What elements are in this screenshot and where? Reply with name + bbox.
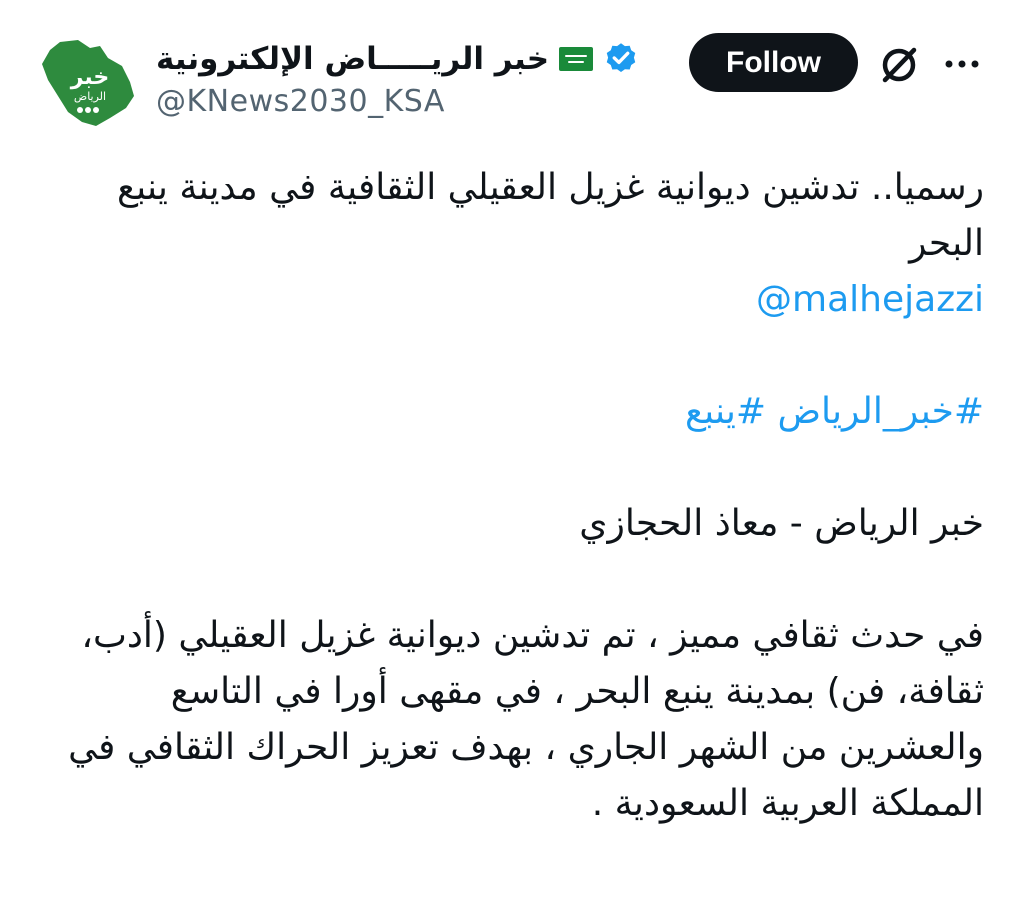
more-options-icon[interactable] [942, 52, 982, 76]
display-name[interactable]: خبر الريـــــاض الإلكترونية [156, 41, 549, 77]
hashtag-links[interactable]: #خبر_الرياض #ينبع [685, 391, 984, 432]
tweet-body: في حدث ثقافي مميز ، تم تدشين ديوانية غزي… [68, 615, 984, 824]
tweet-header: خبر الرياض خبر الريـــــاض الإلكترونية @… [0, 0, 1024, 140]
saudi-flag-icon [559, 47, 594, 71]
follow-button[interactable]: Follow [689, 33, 858, 92]
tweet-byline: خبر الرياض - معاذ الحجازي [579, 503, 984, 544]
verified-badge-icon[interactable] [603, 41, 639, 77]
tweet-text: رسميا.. تدشين ديوانية غزيل العقيلي الثقا… [40, 160, 984, 832]
profile-avatar[interactable]: خبر الرياض [38, 36, 138, 128]
grok-icon[interactable] [876, 42, 922, 88]
user-handle[interactable]: @KNews2030_KSA [156, 84, 445, 119]
tweet-headline: رسميا.. تدشين ديوانية غزيل العقيلي الثقا… [117, 167, 984, 264]
mention-link[interactable]: @malhejazzi [40, 272, 984, 328]
name-row: خبر الريـــــاض الإلكترونية [156, 34, 639, 84]
avatar-logo-subtext: الرياض [74, 90, 106, 103]
avatar-logo-text: خبر [70, 65, 110, 90]
